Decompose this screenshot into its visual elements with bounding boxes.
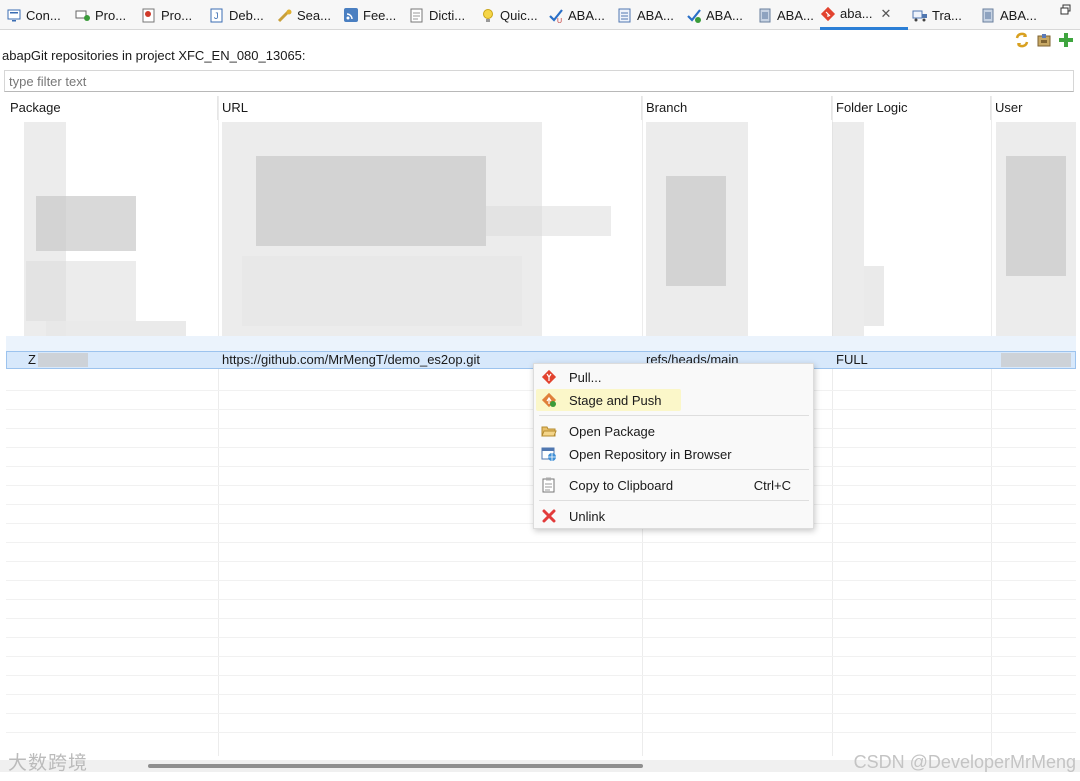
tab-abapgit-repositories[interactable]: aba... ✕ bbox=[820, 0, 908, 30]
abap-object-icon bbox=[980, 7, 996, 23]
cell-folder-logic: FULL bbox=[836, 352, 868, 367]
debug-icon: J bbox=[209, 7, 225, 23]
tab-label: aba... bbox=[840, 6, 873, 21]
browser-icon bbox=[541, 446, 557, 462]
tab-label: Pro... bbox=[161, 7, 193, 23]
abap-coverage-icon bbox=[686, 7, 702, 23]
tab-dictionary[interactable]: Dicti... bbox=[409, 0, 465, 30]
menu-item-unlink[interactable]: Unlink bbox=[536, 505, 811, 527]
tab-label: ABA... bbox=[568, 7, 605, 23]
tab-label: Deb... bbox=[229, 7, 264, 23]
abap-doc-icon bbox=[617, 7, 633, 23]
menu-item-label: Unlink bbox=[569, 508, 606, 524]
tab-quick-assist[interactable]: Quic... bbox=[480, 0, 538, 30]
svg-text:J: J bbox=[214, 11, 219, 21]
tab-problems[interactable]: Pro... bbox=[141, 0, 192, 30]
abapgit-push-icon bbox=[541, 392, 557, 408]
watermark-left: 大数跨境 bbox=[8, 753, 89, 774]
scrollbar-thumb[interactable] bbox=[148, 764, 643, 768]
tab-abap-unit[interactable]: U ABA... bbox=[548, 0, 605, 30]
column-header-url[interactable]: URL bbox=[218, 96, 642, 120]
context-menu: Pull... Stage and Push Open Package Open… bbox=[533, 363, 814, 529]
column-header-user[interactable]: User bbox=[991, 96, 1076, 120]
filter-field[interactable] bbox=[4, 70, 1074, 92]
tab-abap-object-2[interactable]: ABA... bbox=[980, 0, 1037, 30]
tab-debug[interactable]: J Deb... bbox=[209, 0, 264, 30]
cell-package: Z bbox=[28, 352, 36, 367]
shortcut-label: Ctrl+C bbox=[753, 477, 791, 493]
menu-item-label: Copy to Clipboard bbox=[569, 477, 674, 493]
search-icon bbox=[277, 7, 293, 23]
refresh-icon[interactable] bbox=[1012, 30, 1032, 50]
cell-url: https://github.com/MrMengT/demo_es2op.gi… bbox=[222, 352, 480, 367]
abapgit-icon bbox=[820, 6, 836, 22]
menu-item-pull[interactable]: Pull... bbox=[536, 366, 811, 388]
abap-unit-icon: U bbox=[548, 7, 564, 23]
transport-icon bbox=[912, 7, 928, 23]
redacted-user bbox=[1001, 353, 1071, 367]
menu-item-open-repository-in-browser[interactable]: Open Repository in Browser bbox=[536, 443, 811, 465]
view-toolbar bbox=[1012, 30, 1076, 50]
package-icon[interactable] bbox=[1034, 30, 1054, 50]
close-icon[interactable]: ✕ bbox=[881, 6, 892, 22]
tab-abap-doc[interactable]: ABA... bbox=[617, 0, 674, 30]
redacted-package bbox=[38, 353, 88, 367]
page-title: abapGit repositories in project XFC_EN_0… bbox=[2, 48, 306, 63]
tab-label: Sea... bbox=[297, 7, 331, 23]
properties-icon bbox=[75, 7, 91, 23]
tab-label: Tra... bbox=[932, 7, 962, 23]
tab-label: Fee... bbox=[363, 7, 397, 23]
tab-label: ABA... bbox=[777, 7, 814, 23]
lightbulb-icon bbox=[480, 7, 496, 23]
menu-item-label: Open Package bbox=[569, 423, 656, 439]
menu-item-label: Pull... bbox=[569, 369, 602, 385]
svg-text:U: U bbox=[557, 18, 562, 23]
delete-icon bbox=[541, 508, 557, 524]
folder-open-icon bbox=[541, 423, 557, 439]
column-header-folder-logic[interactable]: Folder Logic bbox=[832, 96, 991, 120]
tab-properties[interactable]: Pro... bbox=[75, 0, 126, 30]
menu-item-label: Open Repository in Browser bbox=[569, 446, 732, 462]
menu-item-stage-and-push[interactable]: Stage and Push bbox=[536, 389, 811, 411]
tab-transport[interactable]: Tra... bbox=[912, 0, 962, 30]
table-header: Package URL Branch Folder Logic User bbox=[6, 96, 1076, 120]
view-tab-bar: Con... Pro... Pro... J Deb... Sea... Fee… bbox=[0, 0, 1080, 30]
tab-label: ABA... bbox=[637, 7, 674, 23]
restore-icon[interactable] bbox=[1060, 4, 1072, 16]
add-repository-icon[interactable] bbox=[1056, 30, 1076, 50]
table-row[interactable] bbox=[6, 336, 1076, 351]
tab-feed[interactable]: Fee... bbox=[343, 0, 396, 30]
tab-console[interactable]: Con... bbox=[6, 0, 61, 30]
filter-input[interactable] bbox=[5, 71, 1073, 91]
tab-label: Dicti... bbox=[429, 7, 466, 23]
tab-label: ABA... bbox=[1000, 7, 1037, 23]
tab-abap-coverage[interactable]: ABA... bbox=[686, 0, 743, 30]
menu-item-open-package[interactable]: Open Package bbox=[536, 420, 811, 442]
tab-label: Pro... bbox=[95, 7, 127, 23]
tab-abap-object[interactable]: ABA... bbox=[757, 0, 814, 30]
abapgit-pull-icon bbox=[541, 369, 557, 385]
tab-label: ABA... bbox=[706, 7, 743, 23]
column-header-package[interactable]: Package bbox=[6, 96, 218, 120]
abap-object-icon bbox=[757, 7, 773, 23]
dictionary-icon bbox=[409, 7, 425, 23]
tab-label: Quic... bbox=[500, 7, 538, 23]
problems-icon bbox=[141, 7, 157, 23]
watermark-right: CSDN @DeveloperMrMeng bbox=[853, 752, 1076, 772]
tab-label: Con... bbox=[26, 7, 61, 23]
menu-item-label: Stage and Push bbox=[569, 392, 662, 408]
feed-icon bbox=[343, 7, 359, 23]
clipboard-icon bbox=[541, 477, 557, 493]
column-header-branch[interactable]: Branch bbox=[642, 96, 832, 120]
tab-search[interactable]: Sea... bbox=[277, 0, 331, 30]
console-icon bbox=[6, 7, 22, 23]
menu-item-copy-to-clipboard[interactable]: Copy to Clipboard Ctrl+C bbox=[536, 474, 811, 496]
